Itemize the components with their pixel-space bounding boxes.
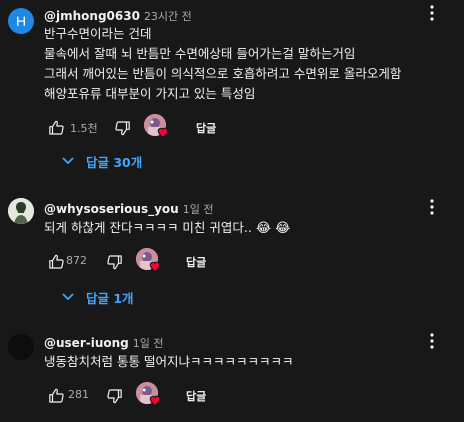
comment-item: H @jmhong0630 23시간 전 반구수면이라는 건데 물속에서 잘때 뇌…: [0, 0, 464, 180]
comment-actions: 281 답글: [44, 382, 304, 408]
avatar[interactable]: H: [8, 8, 34, 34]
comment-line: 물속에서 잘때 뇌 반틈만 수면에상태 들어가는걸 말하는거임: [44, 46, 356, 61]
comment-time[interactable]: 23시간 전: [144, 10, 192, 23]
heart-badge-icon: [149, 395, 161, 406]
comment-text: 되게 하찮게 잔다ㅋㅋㅋㅋ 미친 귀엽다.. 😂 😂: [44, 218, 290, 239]
view-replies-button[interactable]: 답글 1개: [62, 286, 134, 308]
comment-line: 냉동참치처럼 통통 떨어지냐ㅋㅋㅋㅋㅋㅋㅋㅋㅋ: [44, 354, 294, 369]
avatar[interactable]: [8, 334, 34, 360]
comment-time[interactable]: 1일 전: [183, 203, 214, 216]
comment-header: @user-iuong 1일 전: [44, 332, 164, 351]
chevron-down-icon: [62, 293, 74, 301]
like-button[interactable]: [44, 384, 68, 408]
view-replies-button[interactable]: 답글 30개: [62, 150, 142, 172]
thumb-up-icon: [48, 120, 64, 135]
comment-author[interactable]: @user-iuong: [44, 336, 129, 350]
dislike-button[interactable]: [110, 116, 134, 140]
like-button[interactable]: [44, 250, 68, 274]
comment-line: 반구수면이라는 건데: [44, 26, 152, 41]
laughing-emoji: 😂 😂: [255, 221, 291, 236]
comment-line: 그래서 깨어있는 반틈이 의식적으로 호흡하려고 수면위로 올라오게함: [44, 66, 402, 81]
comment-header: @whysoserious_you 1일 전: [44, 198, 213, 217]
comment-author[interactable]: @whysoserious_you: [44, 202, 179, 216]
like-count: 872: [66, 254, 87, 267]
thumb-down-icon: [106, 389, 122, 404]
chevron-down-icon: [62, 157, 74, 165]
like-count: 281: [68, 388, 89, 401]
heart-badge-icon: [149, 261, 161, 272]
creator-heart-icon: [136, 248, 164, 274]
comment-author[interactable]: @jmhong0630: [44, 9, 140, 23]
thumb-up-icon: [48, 254, 64, 269]
comment-item: @whysoserious_you 1일 전 되게 하찮게 잔다ㅋㅋㅋㅋ 미친 귀…: [0, 190, 464, 310]
comment-actions: 872 답글: [44, 248, 304, 274]
more-vert-icon[interactable]: [424, 4, 440, 22]
dislike-button[interactable]: [102, 384, 126, 408]
comment-text: 반구수면이라는 건데 물속에서 잘때 뇌 반틈만 수면에상태 들어가는걸 말하는…: [44, 24, 401, 104]
replies-count-label: 답글 1개: [86, 290, 134, 306]
reply-button[interactable]: 답글: [196, 120, 216, 136]
like-count: 1.5천: [70, 122, 98, 135]
like-button[interactable]: [44, 116, 68, 140]
reply-button[interactable]: 답글: [186, 254, 206, 270]
creator-heart-icon: [136, 382, 164, 408]
comment-time[interactable]: 1일 전: [133, 337, 164, 350]
comment-actions: 1.5천 답글: [44, 114, 304, 140]
more-vert-icon[interactable]: [424, 332, 440, 350]
comment-header: @jmhong0630 23시간 전: [44, 5, 192, 24]
avatar-letter: H: [15, 13, 27, 29]
comment-line: 해양포유류 대부분이 가지고 있는 특성임: [44, 86, 256, 101]
thumb-down-icon: [106, 255, 122, 270]
avatar[interactable]: [8, 198, 34, 224]
comment-item: @user-iuong 1일 전 냉동참치처럼 통통 떨어지냐ㅋㅋㅋㅋㅋㅋㅋㅋㅋ …: [0, 326, 464, 422]
thumb-up-icon: [48, 388, 64, 403]
more-vert-icon[interactable]: [424, 198, 440, 216]
reply-button[interactable]: 답글: [186, 388, 206, 404]
replies-count-label: 답글 30개: [86, 154, 143, 170]
creator-heart-icon: [144, 114, 172, 140]
heart-badge-icon: [157, 127, 169, 138]
dislike-button[interactable]: [102, 250, 126, 274]
comment-line: 되게 하찮게 잔다ㅋㅋㅋㅋ 미친 귀엽다..: [44, 220, 252, 235]
thumb-down-icon: [114, 121, 130, 136]
comment-text: 냉동참치처럼 통통 떨어지냐ㅋㅋㅋㅋㅋㅋㅋㅋㅋ: [44, 352, 293, 372]
